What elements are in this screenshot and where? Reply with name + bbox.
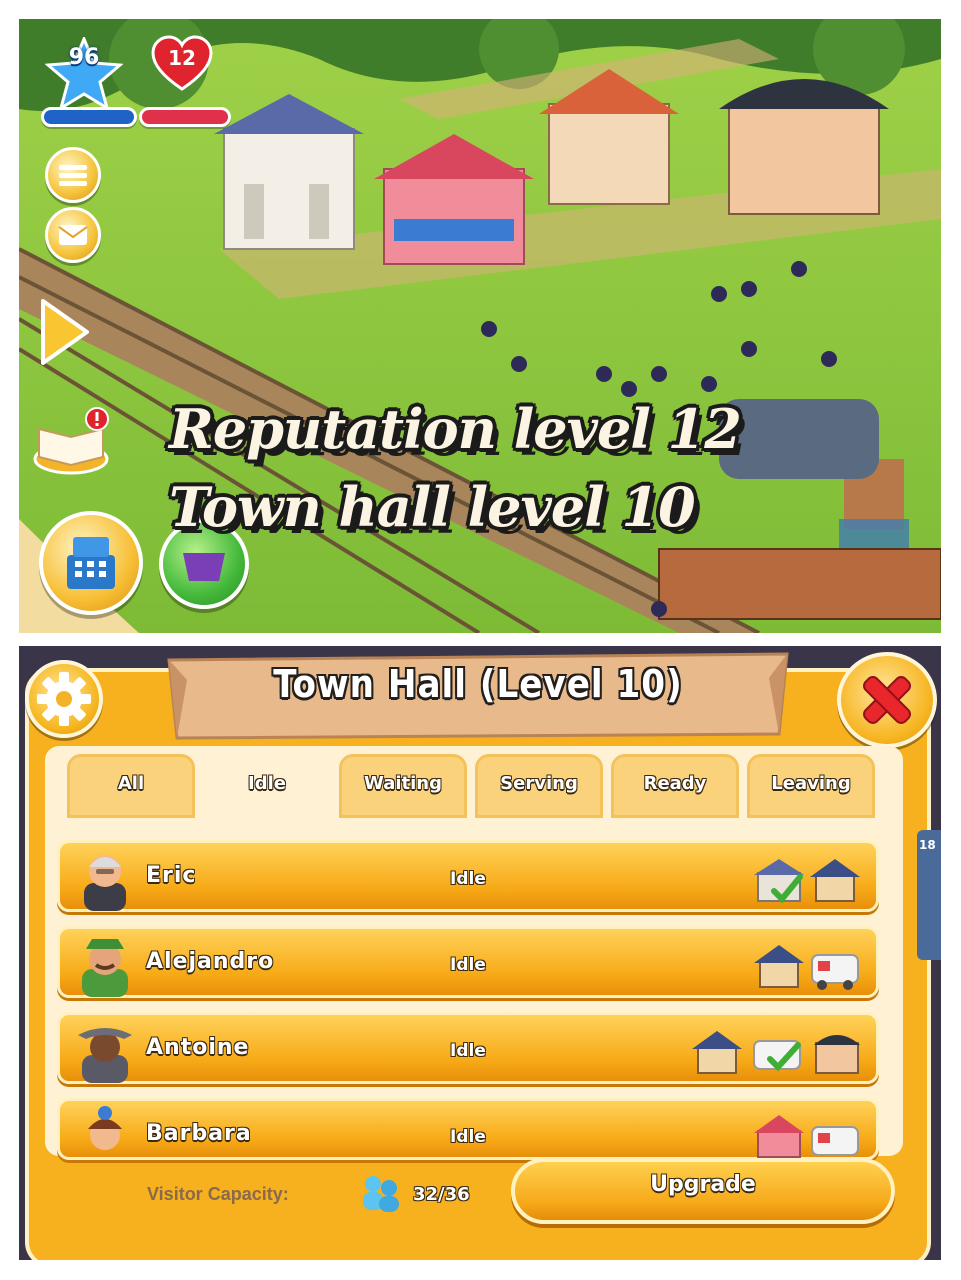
close-icon	[863, 676, 911, 724]
camper-icon	[753, 1040, 801, 1072]
tab-label: Ready	[643, 773, 707, 794]
visitor-status: Idle	[450, 869, 486, 889]
tab-all[interactable]: All	[67, 754, 195, 818]
cash-register-icon	[67, 537, 115, 589]
visitor-name: Antoine	[146, 1035, 250, 1060]
tab-label: Leaving	[771, 773, 851, 794]
house-icon	[810, 859, 860, 902]
visitor-status: Idle	[450, 955, 486, 975]
level-number: 96	[68, 45, 100, 70]
house-icon	[754, 945, 804, 988]
house-icon	[692, 1031, 742, 1074]
tab-label: Waiting	[363, 773, 442, 794]
settings-button[interactable]	[25, 660, 103, 738]
visitor-row-eric[interactable]: Eric Idle	[57, 840, 879, 912]
visitor-avatar	[82, 939, 128, 997]
upgrade-button[interactable]: Upgrade	[511, 1158, 895, 1224]
tab-ready[interactable]: Ready	[611, 754, 739, 818]
status-tabs: All Idle Waiting Serving Ready Leaving	[67, 754, 883, 826]
fruit-shop-icon	[754, 1115, 804, 1158]
mail-button[interactable]	[45, 207, 101, 263]
visitor-avatar	[88, 1106, 122, 1150]
mail-icon	[58, 225, 88, 245]
dialog-title: Town Hall (Level 10)	[273, 662, 683, 706]
cash-register-button[interactable]	[39, 511, 143, 615]
visitor-avatar	[78, 1028, 132, 1083]
menu-icon	[59, 165, 87, 186]
game-scene: 96 12 Reputation level 12 Town hall leve…	[19, 19, 941, 633]
visitors-icon	[363, 1176, 399, 1212]
gear-icon	[37, 672, 91, 726]
visitor-name: Barbara	[146, 1121, 252, 1146]
tab-label: All	[117, 773, 145, 794]
visitor-row-barbara[interactable]: Barbara Idle	[57, 1098, 879, 1160]
visitor-capacity-label: Visitor Capacity:	[147, 1184, 289, 1204]
shop-icon	[814, 1035, 860, 1074]
menu-button[interactable]	[45, 147, 101, 203]
reputation-progress-bar	[139, 107, 231, 127]
upgrade-button-label: Upgrade	[650, 1172, 756, 1197]
visitor-status: Idle	[450, 1041, 486, 1061]
visitor-status: Idle	[450, 1127, 486, 1147]
play-icon[interactable]	[39, 297, 91, 367]
side-peek-panel: 18	[917, 830, 941, 960]
headline-town-hall: Town hall level 10	[169, 475, 696, 539]
visitor-capacity-value: 32/36	[413, 1184, 470, 1205]
tab-waiting[interactable]: Waiting	[339, 754, 467, 818]
camper-icon	[811, 1126, 859, 1156]
camper-icon	[811, 954, 859, 990]
visitor-name: Alejandro	[146, 949, 275, 974]
reputation-number: 12	[168, 46, 196, 70]
tab-label: Serving	[500, 773, 578, 794]
tab-serving[interactable]: Serving	[475, 754, 603, 818]
headline-reputation: Reputation level 12	[169, 397, 742, 461]
close-button[interactable]	[837, 652, 937, 748]
reputation-progress-fill	[142, 110, 228, 124]
visitor-row-antoine[interactable]: Antoine Idle	[57, 1012, 879, 1084]
tab-leaving[interactable]: Leaving	[747, 754, 875, 818]
shop-building	[719, 79, 889, 215]
tab-label: Idle	[248, 773, 286, 794]
xp-progress-bar	[41, 107, 137, 127]
visitor-row-alejandro[interactable]: Alejandro Idle	[57, 926, 879, 998]
side-peek-text: 18	[919, 838, 936, 852]
town-hall-dialog: 18 Town Hall (Level 10) All Idle Waiting…	[19, 646, 941, 1260]
tab-idle[interactable]: Idle	[203, 754, 331, 826]
book-icon[interactable]	[31, 407, 111, 477]
visitor-name: Eric	[146, 863, 197, 888]
xp-progress-fill	[44, 110, 134, 124]
town-hall-icon	[754, 859, 804, 904]
visitor-avatar	[84, 855, 126, 911]
